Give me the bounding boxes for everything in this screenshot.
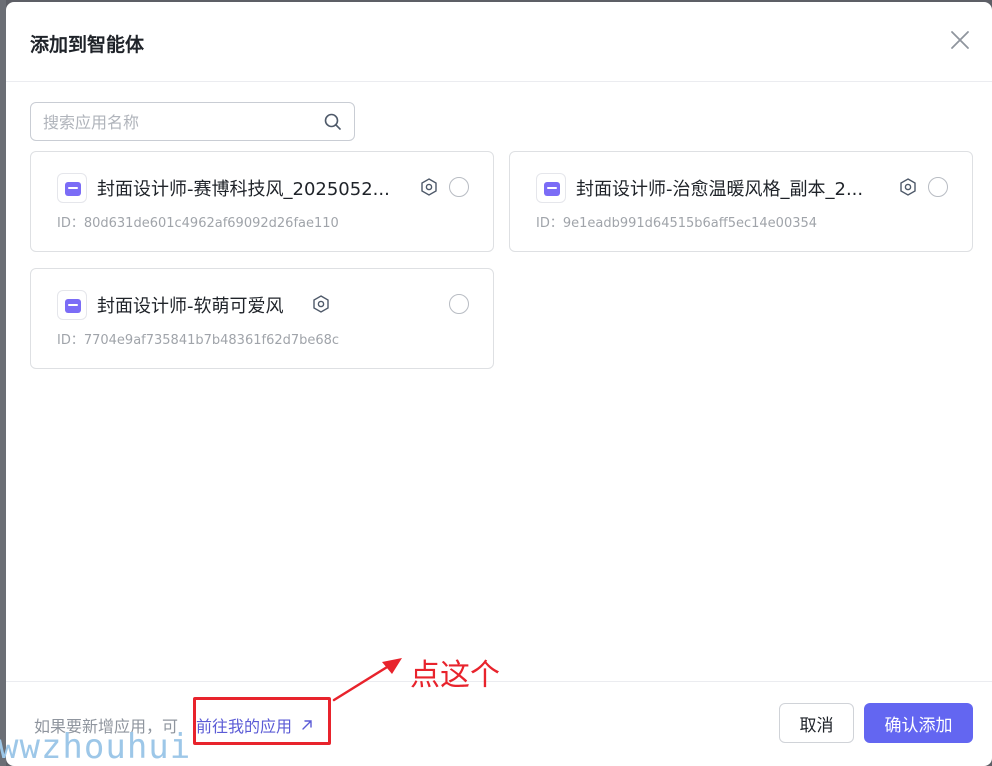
app-icon (57, 173, 87, 203)
settings-icon[interactable] (419, 177, 439, 197)
annotation-text: 点这个 (410, 658, 500, 693)
app-card[interactable]: 封面设计师-赛博科技风_2025052... ID：80d631de601c49… (30, 151, 494, 252)
app-name: 封面设计师-赛博科技风_2025052... (97, 179, 390, 200)
settings-icon[interactable] (311, 294, 331, 314)
annotation-highlight-box (193, 697, 331, 745)
search-icon[interactable] (323, 112, 343, 132)
confirm-add-button[interactable]: 确认添加 (864, 703, 973, 743)
settings-icon[interactable] (898, 177, 918, 197)
app-id: ID：9e1eadb991d64515b6aff5ec14e00354 (536, 216, 818, 231)
app-name: 封面设计师-治愈温暖风格_副本_2... (576, 179, 864, 200)
select-radio[interactable] (449, 177, 469, 197)
dialog-title: 添加到智能体 (30, 34, 145, 56)
select-radio[interactable] (928, 177, 948, 197)
annotation-arrow-icon (332, 658, 402, 702)
watermark: wwzhouhui (0, 727, 192, 766)
app-card[interactable]: 封面设计师-治愈温暖风格_副本_2... ID：9e1eadb991d64515… (509, 151, 973, 252)
app-id: ID：80d631de601c4962af69092d26fae110 (57, 216, 339, 231)
close-icon[interactable] (949, 29, 971, 51)
search-input[interactable] (43, 111, 313, 133)
select-radio[interactable] (449, 294, 469, 314)
app-name: 封面设计师-软萌可爱风 (97, 296, 284, 317)
app-card[interactable]: 封面设计师-软萌可爱风 ID：7704e9af735841b7b48361f62… (30, 268, 494, 369)
app-icon (536, 173, 566, 203)
app-icon (57, 290, 87, 320)
dialog-header: 添加到智能体 (6, 2, 992, 82)
app-id: ID：7704e9af735841b7b48361f62d7be68c (57, 333, 340, 348)
cancel-button[interactable]: 取消 (779, 703, 854, 743)
search-box (30, 102, 355, 141)
